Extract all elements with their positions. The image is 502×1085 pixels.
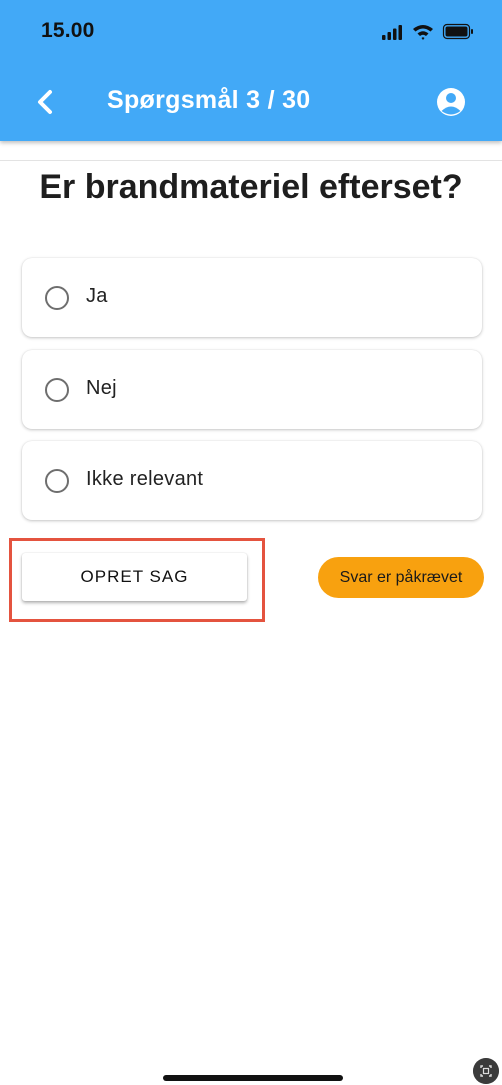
status-time: 15.00: [41, 19, 95, 42]
status-icons: [382, 23, 473, 40]
back-button[interactable]: [28, 84, 64, 120]
radio-unchecked-icon[interactable]: [45, 286, 69, 310]
option-label: Ikke relevant: [86, 468, 204, 490]
page-title: Spørgsmål 3 / 30: [107, 86, 311, 114]
option-ja[interactable]: Ja: [22, 258, 482, 337]
wifi-icon: [413, 25, 433, 40]
radio-unchecked-icon[interactable]: [45, 469, 69, 493]
profile-button[interactable]: [434, 85, 468, 119]
answer-required-badge: Svar er påkrævet: [318, 557, 484, 598]
scan-icon[interactable]: [473, 1058, 499, 1084]
option-nej[interactable]: Nej: [22, 350, 482, 429]
option-label: Ja: [86, 285, 108, 307]
home-indicator[interactable]: [163, 1075, 343, 1081]
account-circle-icon: [437, 88, 465, 116]
battery-icon: [442, 23, 473, 40]
radio-unchecked-icon[interactable]: [45, 378, 69, 402]
question-text: Er brandmateriel efterset?: [39, 168, 463, 206]
app-header: 15.00 Spørgsmål 3 / 30: [0, 0, 502, 141]
chevron-left-icon: [38, 90, 52, 114]
option-label: Nej: [86, 377, 117, 399]
option-ikke-relevant[interactable]: Ikke relevant: [22, 441, 482, 520]
cellular-signal-icon: [382, 25, 402, 40]
create-case-button[interactable]: OPRET SAG: [22, 553, 247, 601]
header-divider: [0, 160, 502, 161]
